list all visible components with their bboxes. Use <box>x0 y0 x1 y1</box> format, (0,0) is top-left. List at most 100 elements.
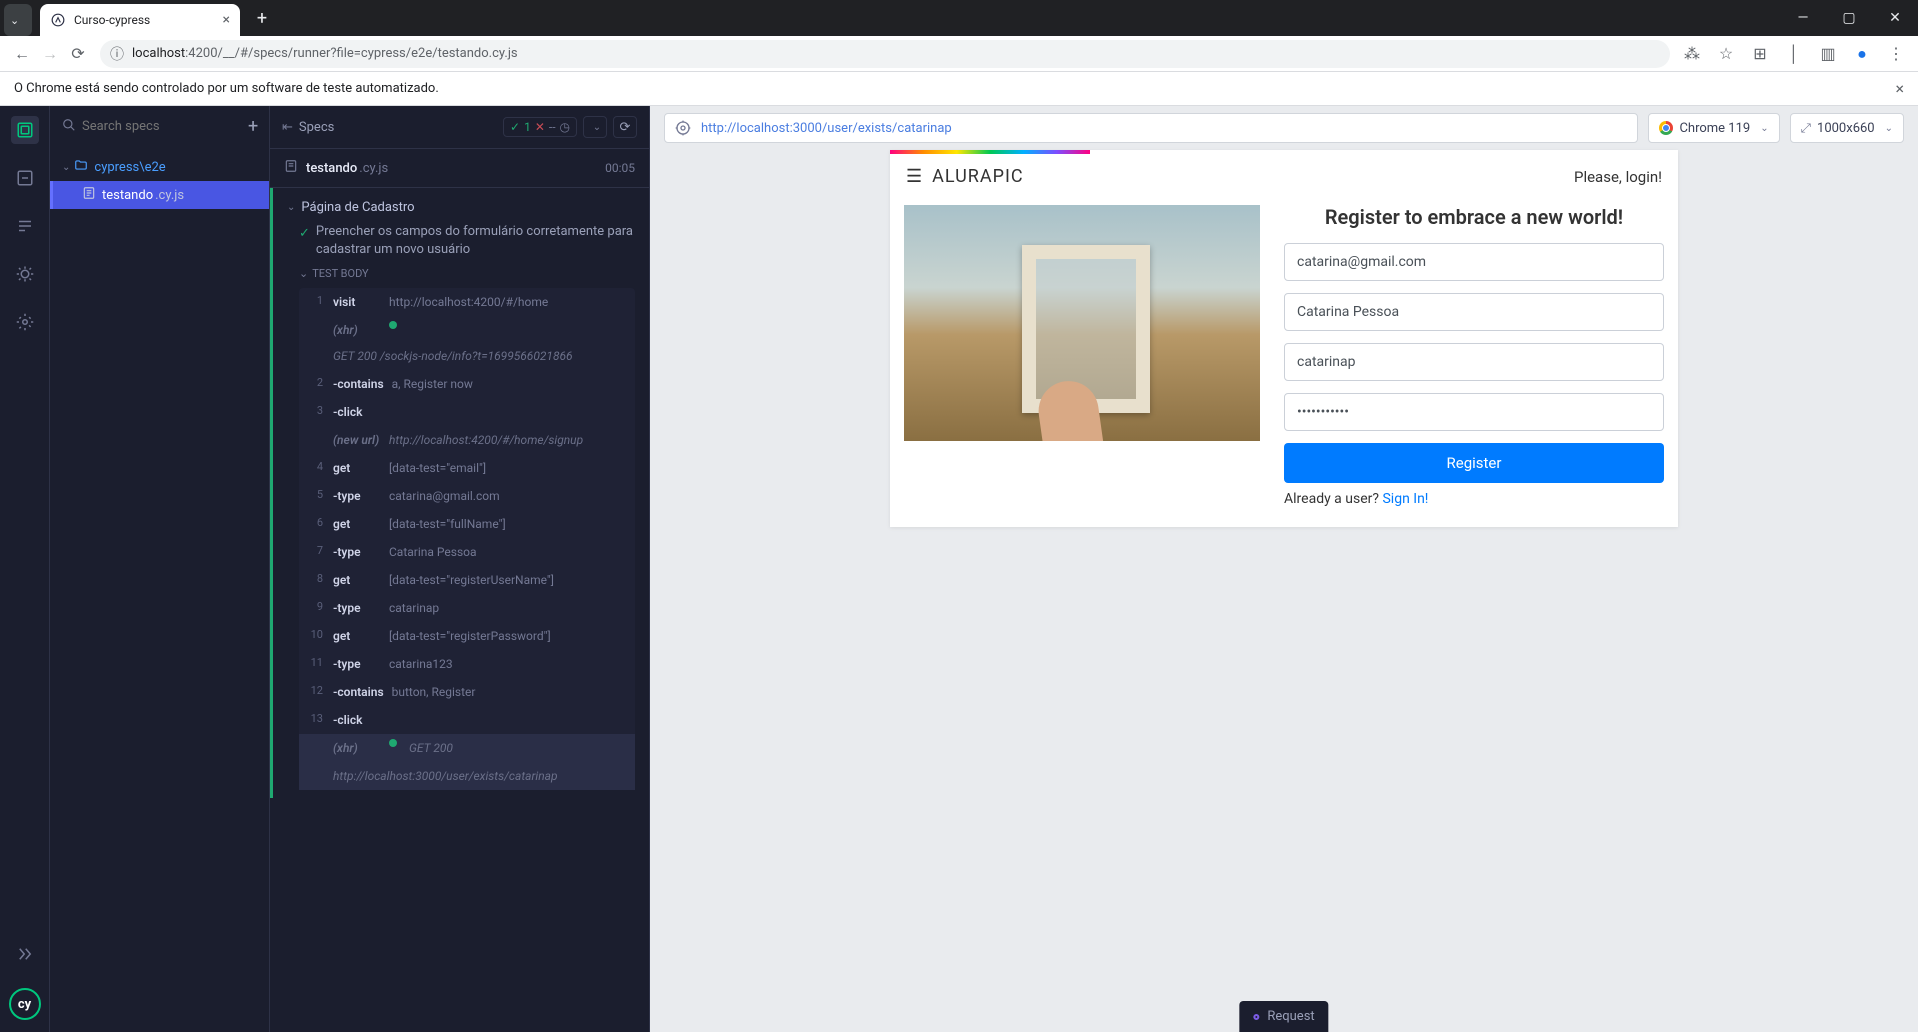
url-bar[interactable]: ⓘ localhost:4200/__/#/specs/runner?file=… <box>100 40 1670 68</box>
command-row[interactable]: 5-typecatarina@gmail.com <box>299 482 635 510</box>
command-number: 4 <box>305 459 323 476</box>
command-row[interactable]: http://localhost:3000/user/exists/catari… <box>299 762 635 790</box>
hook-title[interactable]: ⌄ TEST BODY <box>287 263 635 284</box>
aut-url-text: http://localhost:3000/user/exists/catari… <box>701 121 952 136</box>
infobar-close-icon[interactable]: × <box>1895 79 1904 98</box>
back-button[interactable]: ← <box>8 40 36 68</box>
email-field[interactable] <box>1284 243 1664 281</box>
app-under-test: ☰ ALURAPIC Please, login! Register to em… <box>890 150 1678 527</box>
collapse-icon[interactable] <box>11 940 39 968</box>
search-specs-input[interactable] <box>82 119 248 134</box>
command-message: Catarina Pessoa <box>389 543 477 561</box>
pass-count: 1 <box>524 120 531 134</box>
bug-icon[interactable] <box>11 260 39 288</box>
login-link[interactable]: Please, login! <box>1574 168 1662 186</box>
fullname-field[interactable] <box>1284 293 1664 331</box>
browser-selector[interactable]: Chrome 119 ⌄ <box>1648 113 1779 143</box>
tree-folder[interactable]: ⌄ cypress\e2e <box>50 153 269 181</box>
browser-tab[interactable]: Curso-cypress × <box>40 4 240 36</box>
minimize-button[interactable]: — <box>1780 2 1826 34</box>
register-form: Register to embrace a new world! Registe… <box>1284 205 1664 507</box>
viewport-selector[interactable]: ⤡ 1000x660 ⌄ <box>1790 113 1904 143</box>
command-name: -type <box>333 599 381 617</box>
password-field[interactable] <box>1284 393 1664 431</box>
command-name: -click <box>333 711 381 729</box>
register-button[interactable]: Register <box>1284 443 1664 483</box>
runs-icon[interactable] <box>11 164 39 192</box>
test-stats: ✓ 1 ✕ -- ◷ <box>503 117 577 137</box>
command-row[interactable]: 11-typecatarina123 <box>299 650 635 678</box>
maximize-button[interactable]: ▢ <box>1826 2 1872 34</box>
command-row[interactable]: (xhr)GET 200 /sockjs-node/info?t=1699566… <box>299 316 635 370</box>
username-field[interactable] <box>1284 343 1664 381</box>
settings-icon[interactable] <box>11 308 39 336</box>
chevron-down-icon: ⌄ <box>299 267 308 280</box>
selector-playground-icon[interactable] <box>675 120 691 136</box>
translate-icon[interactable]: ⁂ <box>1678 40 1706 68</box>
site-info-icon[interactable]: ⓘ <box>110 44 124 64</box>
aut-url-bar[interactable]: http://localhost:3000/user/exists/catari… <box>664 113 1638 143</box>
forward-button[interactable]: → <box>36 40 64 68</box>
tree-file[interactable]: testando.cy.js <box>50 181 269 209</box>
tab-dropdown[interactable]: ⌄ <box>4 4 32 36</box>
command-row[interactable]: 3-click <box>299 398 635 426</box>
command-row[interactable]: 7 -type Catarina Pessoa <box>299 538 635 566</box>
tab-close-icon[interactable]: × <box>223 12 230 28</box>
hamburger-icon[interactable]: ☰ <box>906 166 922 187</box>
spec-row[interactable]: testando.cy.js 00:05 <box>270 149 649 188</box>
command-name: (new url) <box>333 431 381 449</box>
suite-title[interactable]: ⌄ Página de Cadastro <box>287 196 635 219</box>
command-row[interactable]: 6get[data-test="fullName"] <box>299 510 635 538</box>
command-row[interactable]: (new url)http://localhost:4200/#/home/si… <box>299 426 635 454</box>
signin-link[interactable]: Sign In! <box>1382 491 1428 507</box>
chevron-down-icon: ⌄ <box>1760 123 1768 134</box>
command-name: get <box>333 459 381 477</box>
reload-button[interactable]: ⟳ <box>64 40 92 68</box>
close-window-button[interactable]: ✕ <box>1872 2 1918 34</box>
command-number: 7 <box>305 543 323 560</box>
spec-ext: .cy.js <box>359 161 388 176</box>
rerun-button[interactable]: ⟳ <box>613 116 637 138</box>
extensions-icon[interactable]: ⊞ <box>1746 40 1774 68</box>
search-icon <box>62 118 76 136</box>
menu-icon[interactable]: ⋮ <box>1882 40 1910 68</box>
command-row[interactable]: (xhr)GET 200 <box>299 734 635 762</box>
cypress-logo-icon[interactable]: cy <box>9 988 41 1020</box>
command-row[interactable]: 4get[data-test="email"] <box>299 454 635 482</box>
status-dot-icon <box>389 739 397 747</box>
collapse-specs-icon[interactable]: ⇤ <box>282 120 293 135</box>
command-row[interactable]: 12-containsbutton, Register <box>299 678 635 706</box>
new-tab-button[interactable]: + <box>248 4 276 32</box>
divider: │ <box>1780 40 1808 68</box>
command-row[interactable]: 13-click <box>299 706 635 734</box>
sidepanel-icon[interactable]: ▥ <box>1814 40 1842 68</box>
command-message: button, Register <box>392 683 476 701</box>
command-name: -type <box>333 543 381 561</box>
bookmark-icon[interactable]: ☆ <box>1712 40 1740 68</box>
form-footer: Already a user? Sign In! <box>1284 491 1664 507</box>
test-title[interactable]: ✓ Preencher os campos do formulário corr… <box>287 219 635 263</box>
command-row[interactable]: 10get[data-test="registerPassword"] <box>299 622 635 650</box>
infobar-text: O Chrome está sendo controlado por um so… <box>14 81 439 96</box>
command-row[interactable]: 2-containsa, Register now <box>299 370 635 398</box>
command-message: GET 200 <box>409 739 453 757</box>
folder-icon <box>74 158 88 176</box>
new-spec-button[interactable]: + <box>248 116 258 137</box>
snapshot-chip[interactable]: Request <box>1239 1001 1328 1032</box>
specs-icon[interactable] <box>11 116 39 144</box>
command-row[interactable]: 8 get [data-test="registerUserName"] <box>299 566 635 594</box>
pass-icon: ✓ <box>510 120 520 134</box>
next-button[interactable]: ⌄ <box>583 116 607 138</box>
command-message: catarina123 <box>389 655 453 673</box>
command-message: GET 200 /sockjs-node/info?t=169956602186… <box>333 347 573 365</box>
profile-icon[interactable]: ● <box>1848 40 1876 68</box>
debug-icon[interactable] <box>11 212 39 240</box>
command-message: [data-test="registerUserName"] <box>389 571 554 589</box>
command-name: get <box>333 571 381 589</box>
chevron-down-icon: ⌄ <box>1885 123 1893 134</box>
command-number: 8 <box>305 571 323 588</box>
command-row[interactable]: 9-typecatarinap <box>299 594 635 622</box>
command-row[interactable]: 1visithttp://localhost:4200/#/home <box>299 288 635 316</box>
hero-photo <box>904 205 1260 441</box>
command-name: -contains <box>333 375 384 393</box>
